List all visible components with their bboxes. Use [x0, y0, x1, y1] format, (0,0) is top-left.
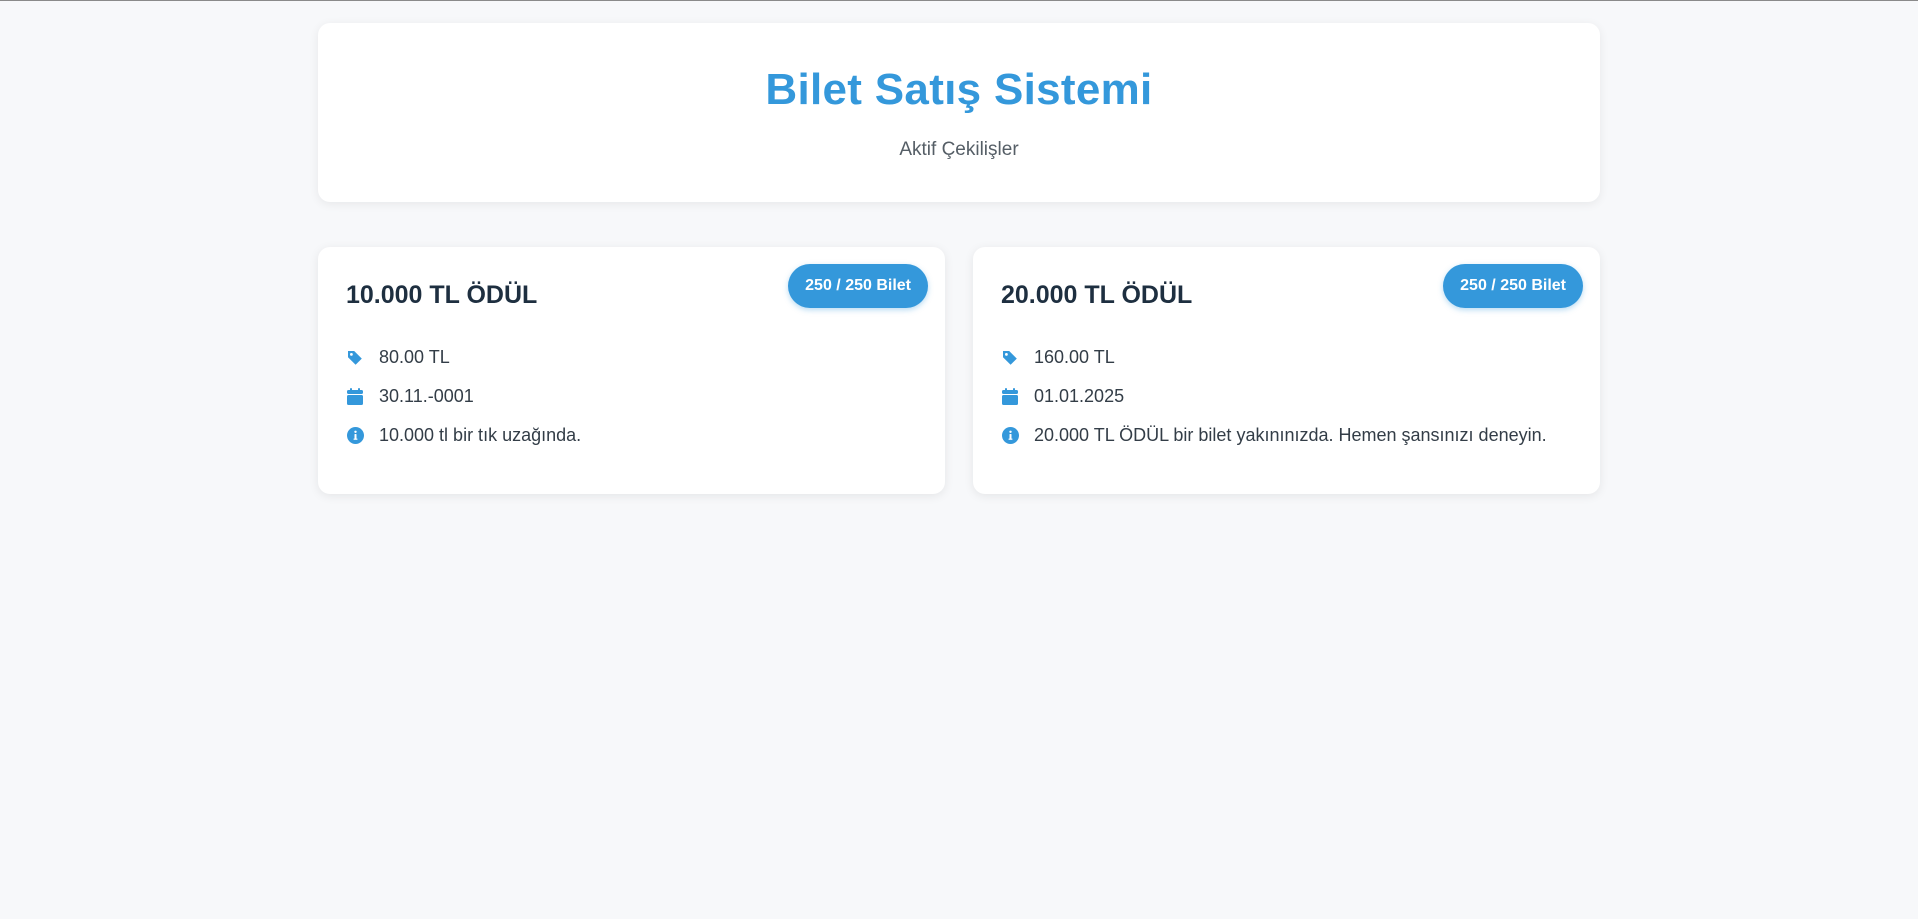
price-row: 80.00 TL	[346, 338, 917, 377]
lottery-price: 160.00 TL	[1034, 347, 1115, 367]
date-row: 01.01.2025	[1001, 377, 1572, 416]
header-card: Bilet Satış Sistemi Aktif Çekilişler	[318, 23, 1600, 202]
lottery-date: 30.11.-0001	[379, 386, 474, 406]
calendar-icon	[346, 388, 364, 406]
lottery-info-list: 160.00 TL 01.01.2025 20.000 TL ÖDÜL bir …	[1001, 338, 1572, 455]
lottery-info-list: 80.00 TL 30.11.-0001 10.000 tl bir tık u…	[346, 338, 917, 455]
lottery-date: 01.01.2025	[1034, 386, 1125, 406]
page-container: Bilet Satış Sistemi Aktif Çekilişler 10.…	[318, 1, 1600, 494]
lottery-price: 80.00 TL	[379, 347, 450, 367]
info-icon	[1001, 427, 1019, 445]
description-row: 20.000 TL ÖDÜL bir bilet yakınınızda. He…	[1001, 416, 1572, 455]
price-row: 160.00 TL	[1001, 338, 1572, 377]
lottery-list: 10.000 TL ÖDÜL 250 / 250 Bilet 80.00 TL …	[318, 247, 1600, 494]
date-row: 30.11.-0001	[346, 377, 917, 416]
info-icon	[346, 427, 364, 445]
page-subtitle: Aktif Çekilişler	[899, 139, 1019, 160]
lottery-description: 10.000 tl bir tık uzağında.	[379, 425, 582, 445]
tag-icon	[1001, 349, 1019, 367]
lottery-description: 20.000 TL ÖDÜL bir bilet yakınınızda. He…	[1034, 425, 1547, 445]
tag-icon	[346, 349, 364, 367]
lottery-card[interactable]: 20.000 TL ÖDÜL 250 / 250 Bilet 160.00 TL…	[973, 247, 1600, 494]
page-title: Bilet Satış Sistemi	[765, 65, 1153, 114]
lottery-card[interactable]: 10.000 TL ÖDÜL 250 / 250 Bilet 80.00 TL …	[318, 247, 945, 494]
ticket-count-badge: 250 / 250 Bilet	[788, 264, 928, 308]
description-row: 10.000 tl bir tık uzağında.	[346, 416, 917, 455]
ticket-count-badge: 250 / 250 Bilet	[1443, 264, 1583, 308]
calendar-icon	[1001, 388, 1019, 406]
